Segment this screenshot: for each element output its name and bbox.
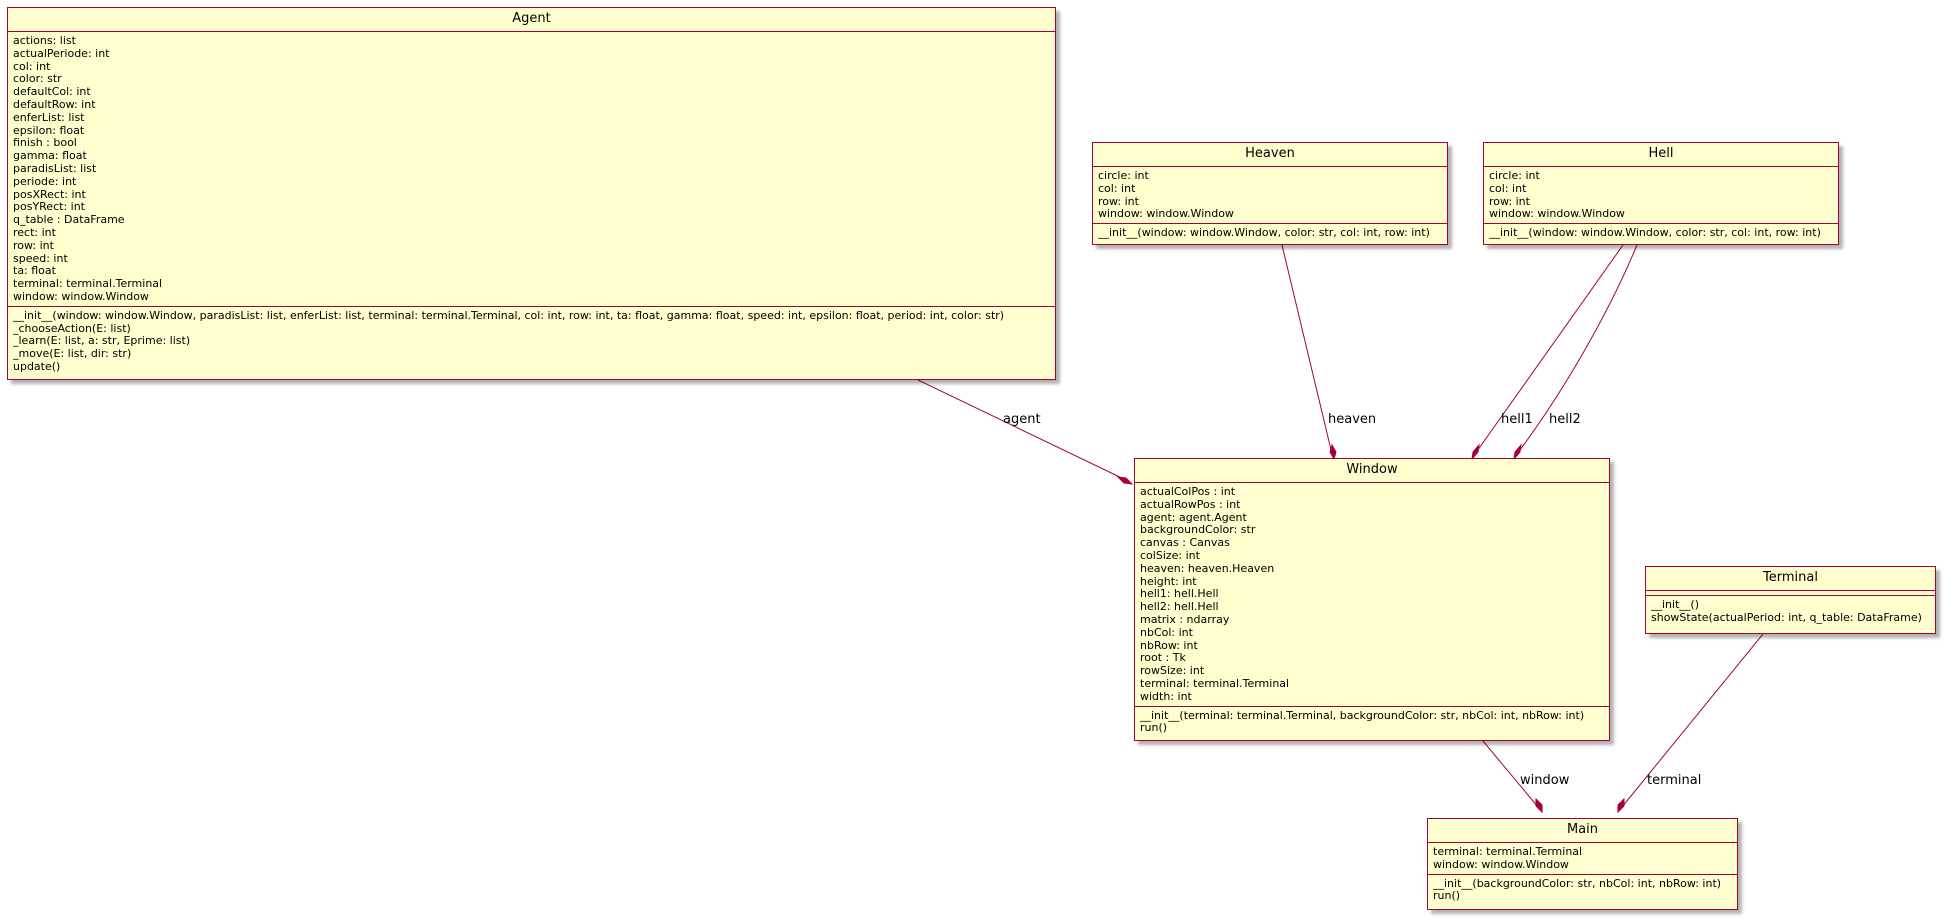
method: __init__(): [1651, 599, 1699, 611]
composition-diamond-terminal: [1617, 797, 1625, 814]
composition-diamond-window: [1535, 797, 1543, 814]
attribute: window: window.Window: [1433, 858, 1569, 871]
attribute: hell1: hell.Hell: [1140, 588, 1219, 601]
attribute: row: int: [1489, 195, 1530, 208]
attribute: circle: int: [1098, 170, 1149, 182]
attribute: window: window.Window: [1489, 208, 1625, 221]
method: __init__(window: window.Window, color: s…: [1489, 227, 1821, 240]
class-terminal-name: Terminal: [1646, 567, 1935, 591]
composition-diamond-hell1: [1471, 443, 1480, 461]
attribute: root : Tk: [1140, 652, 1186, 665]
attribute: colSize: int: [1140, 549, 1200, 562]
attribute: row: int: [1098, 195, 1139, 208]
attribute: rect: int: [13, 226, 56, 239]
composition-diamond-hell2: [1513, 443, 1522, 461]
class-hell-name: Hell: [1484, 143, 1838, 167]
attribute: window: window.Window: [1098, 208, 1234, 221]
attribute: hell2: hell.Hell: [1140, 601, 1219, 614]
class-heaven-methods: __init__(window: window.Window, color: s…: [1093, 224, 1447, 242]
attribute: defaultRow: int: [13, 98, 96, 111]
attribute: nbRow: int: [1140, 639, 1198, 652]
attribute: finish : bool: [13, 137, 77, 150]
method: _move(E: list, dir: str): [13, 348, 132, 361]
attribute: periode: int: [13, 175, 77, 188]
attribute: epsilon: float: [13, 124, 85, 137]
class-hell: Hell circle: int col: int row: int windo…: [1483, 142, 1839, 245]
relation-label-terminal: terminal: [1647, 773, 1701, 788]
attribute: paradisList: list: [13, 162, 97, 175]
attribute: heaven: heaven.Heaven: [1140, 562, 1275, 575]
attribute: terminal: terminal.Terminal: [1140, 677, 1290, 690]
attribute: actions: list: [13, 35, 76, 47]
class-agent-name: Agent: [8, 8, 1055, 32]
class-window-attributes: actualColPos : int actualRowPos : int ag…: [1135, 483, 1609, 707]
attribute: terminal: terminal.Terminal: [1433, 846, 1583, 858]
class-terminal-methods: __init__() showState(actualPeriod: int, …: [1646, 596, 1935, 627]
relation-label-hell1: hell1: [1501, 412, 1533, 427]
method: __init__(backgroundColor: str, nbCol: in…: [1433, 877, 1722, 890]
method: showState(actualPeriod: int, q_table: Da…: [1651, 611, 1922, 624]
attribute: posXRect: int: [13, 188, 86, 201]
attribute: nbCol: int: [1140, 626, 1193, 639]
relation-label-window: window: [1520, 773, 1570, 788]
class-window-methods: __init__(terminal: terminal.Terminal, ba…: [1135, 707, 1609, 738]
class-window-name: Window: [1135, 459, 1609, 483]
attribute: ta: float: [13, 265, 56, 278]
class-main-methods: __init__(backgroundColor: str, nbCol: in…: [1428, 875, 1737, 906]
attribute: backgroundColor: str: [1140, 524, 1256, 537]
attribute: height: int: [1140, 575, 1197, 588]
method: run(): [1433, 890, 1461, 903]
attribute: speed: int: [13, 252, 68, 265]
class-agent-attributes: actions: list actualPeriode: int col: in…: [8, 32, 1055, 307]
class-heaven-attributes: circle: int col: int row: int window: wi…: [1093, 167, 1447, 225]
class-terminal: Terminal __init__() showState(actualPeri…: [1645, 566, 1936, 634]
method: __init__(window: window.Window, color: s…: [1098, 227, 1430, 240]
attribute: col: int: [13, 60, 51, 73]
method: __init__(window: window.Window, paradisL…: [13, 309, 1005, 322]
class-main-name: Main: [1428, 819, 1737, 843]
attribute: matrix : ndarray: [1140, 613, 1230, 626]
class-hell-attributes: circle: int col: int row: int window: wi…: [1484, 167, 1838, 225]
class-main-attributes: terminal: terminal.Terminal window: wind…: [1428, 843, 1737, 875]
attribute: width: int: [1140, 690, 1192, 703]
relation-label-hell2: hell2: [1549, 412, 1581, 427]
class-heaven-name: Heaven: [1093, 143, 1447, 167]
attribute: canvas : Canvas: [1140, 537, 1230, 550]
attribute: color: str: [13, 73, 62, 86]
method: _learn(E: list, a: str, Eprime: list): [13, 335, 191, 348]
relation-label-agent: agent: [1003, 412, 1041, 427]
edge-agent: [917, 379, 1129, 482]
attribute: circle: int: [1489, 170, 1540, 182]
method: _chooseAction(E: list): [13, 322, 131, 335]
method: run(): [1140, 722, 1168, 735]
composition-diamond-heaven: [1329, 443, 1337, 461]
method: __init__(terminal: terminal.Terminal, ba…: [1140, 709, 1585, 722]
attribute: row: int: [13, 239, 54, 252]
attribute: gamma: float: [13, 150, 87, 163]
attribute: q_table : DataFrame: [13, 214, 125, 227]
edge-heaven: [1281, 244, 1333, 455]
attribute: actualPeriode: int: [13, 47, 110, 60]
attribute: terminal: terminal.Terminal: [13, 278, 163, 291]
attribute: window: window.Window: [13, 290, 149, 303]
composition-diamond-agent: [1116, 476, 1134, 485]
attribute: col: int: [1489, 182, 1527, 195]
attribute: posYRect: int: [13, 201, 85, 214]
class-heaven: Heaven circle: int col: int row: int win…: [1092, 142, 1448, 245]
class-hell-methods: __init__(window: window.Window, color: s…: [1484, 224, 1838, 242]
relation-label-heaven: heaven: [1328, 412, 1376, 427]
class-main: Main terminal: terminal.Terminal window:…: [1427, 818, 1738, 910]
attribute: enferList: list: [13, 111, 85, 124]
attribute: agent: agent.Agent: [1140, 511, 1247, 524]
attribute: actualColPos : int: [1140, 486, 1236, 498]
method: update(): [13, 360, 61, 373]
attribute: rowSize: int: [1140, 665, 1205, 678]
attribute: actualRowPos : int: [1140, 498, 1241, 511]
class-window: Window actualColPos : int actualRowPos :…: [1134, 458, 1610, 741]
attribute: defaultCol: int: [13, 86, 91, 99]
class-agent-methods: __init__(window: window.Window, paradisL…: [8, 307, 1055, 376]
class-agent: Agent actions: list actualPeriode: int c…: [7, 7, 1056, 380]
attribute: col: int: [1098, 182, 1136, 195]
